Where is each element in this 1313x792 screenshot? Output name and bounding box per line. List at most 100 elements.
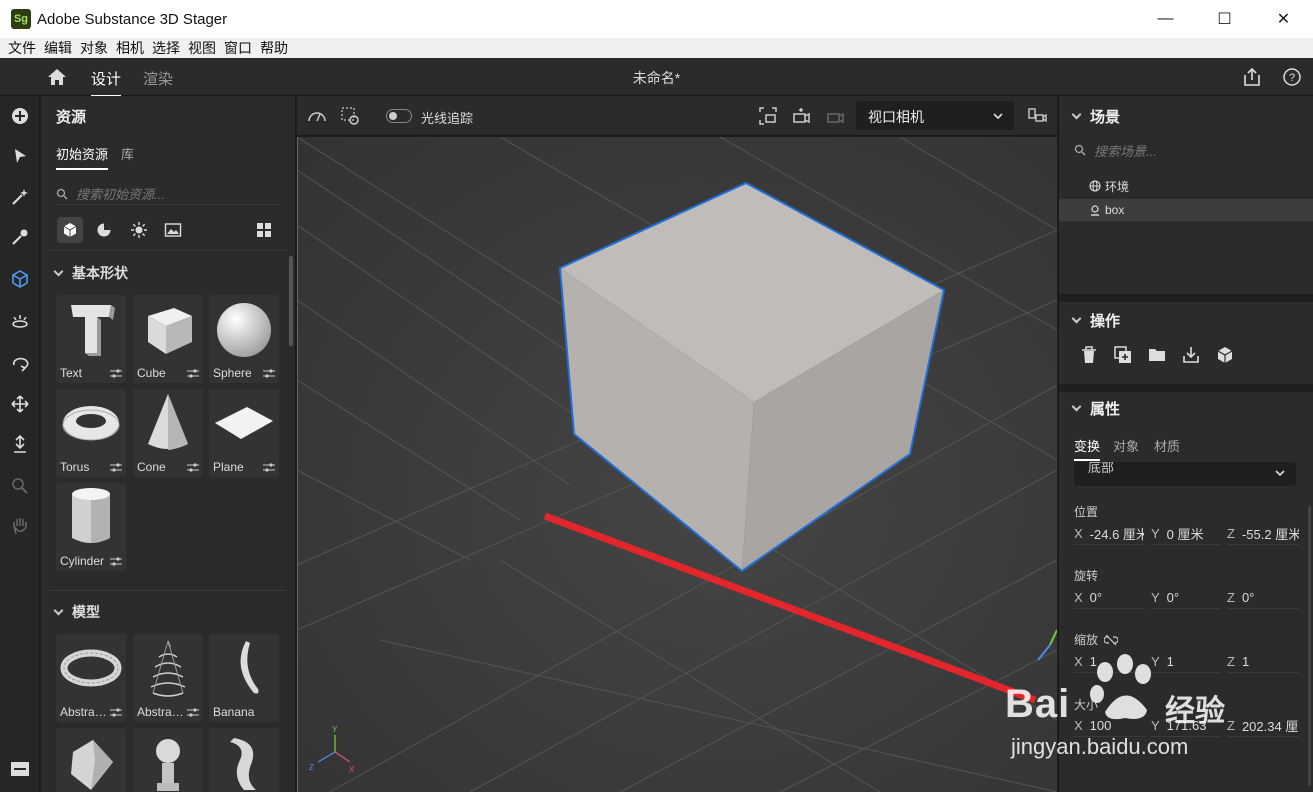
scale-z-field[interactable]: Z1 bbox=[1227, 651, 1299, 673]
asset-tile-cube[interactable]: Cube bbox=[133, 295, 203, 383]
camera-select[interactable]: 视口相机 bbox=[856, 101, 1014, 130]
eyedropper-icon[interactable] bbox=[8, 225, 32, 249]
scene-item-box[interactable]: box bbox=[1059, 199, 1313, 221]
assets-search-input[interactable]: 搜索初始资源... bbox=[56, 183, 279, 205]
menu-view[interactable]: 视图 bbox=[184, 38, 220, 58]
move-icon[interactable] bbox=[8, 392, 32, 416]
asset-tile-torus[interactable]: Torus bbox=[56, 389, 126, 477]
magic-wand-icon[interactable] bbox=[8, 185, 32, 209]
pan-hand-icon[interactable] bbox=[8, 514, 32, 538]
options-icon[interactable] bbox=[187, 708, 199, 717]
raytracing-toggle[interactable] bbox=[386, 109, 412, 123]
orbit-icon[interactable] bbox=[8, 351, 32, 375]
material-filter-icon[interactable] bbox=[91, 217, 117, 243]
duplicate-icon[interactable] bbox=[1113, 345, 1133, 365]
tab-starter-assets[interactable]: 初始资源 bbox=[56, 144, 109, 170]
menu-window[interactable]: 窗口 bbox=[220, 38, 256, 58]
menu-edit[interactable]: 编辑 bbox=[40, 38, 76, 58]
grid-view-icon[interactable] bbox=[251, 217, 277, 243]
section-scene[interactable]: 场景 bbox=[1071, 106, 1120, 127]
drop-down-icon[interactable] bbox=[1181, 345, 1201, 365]
assets-scrollbar[interactable] bbox=[289, 256, 293, 346]
options-icon[interactable] bbox=[187, 463, 199, 472]
menu-help[interactable]: 帮助 bbox=[256, 38, 292, 58]
group-folder-icon[interactable] bbox=[1147, 345, 1167, 365]
scale-x-field[interactable]: X1 bbox=[1074, 651, 1144, 673]
asset-tile-text[interactable]: Text bbox=[56, 295, 126, 383]
minimize-button[interactable]: — bbox=[1136, 0, 1195, 38]
delete-icon[interactable] bbox=[1079, 345, 1099, 365]
position-x-field[interactable]: X -24.6 厘米 bbox=[1074, 523, 1144, 545]
select-icon[interactable] bbox=[8, 144, 32, 168]
tab-library[interactable]: 库 bbox=[121, 144, 134, 163]
options-icon[interactable] bbox=[110, 369, 122, 378]
asset-tile-cylinder[interactable]: Cylinder bbox=[56, 483, 126, 571]
panel-toggle-icon[interactable] bbox=[8, 757, 32, 781]
section-basic-shapes[interactable]: 基本形状 bbox=[53, 263, 128, 283]
viewport-3d[interactable]: Y Z X bbox=[297, 137, 1057, 792]
menu-select[interactable]: 选择 bbox=[148, 38, 184, 58]
asset-tile-model-4[interactable] bbox=[56, 728, 126, 792]
tab-transform[interactable]: 变换 bbox=[1074, 436, 1101, 461]
scene-canvas[interactable]: Y Z X bbox=[297, 137, 1057, 792]
asset-tile-banana[interactable]: Banana bbox=[209, 634, 279, 722]
anchor-dropdown[interactable]: 底部 bbox=[1074, 462, 1296, 486]
section-properties[interactable]: 属性 bbox=[1071, 398, 1120, 419]
drop-to-floor-icon[interactable] bbox=[8, 432, 32, 456]
unlink-icon[interactable] bbox=[1104, 634, 1119, 646]
tab-render[interactable]: 渲染 bbox=[143, 68, 173, 89]
tab-design[interactable]: 设计 bbox=[91, 68, 122, 97]
asset-tile-abstract-1[interactable]: Abstra… bbox=[56, 634, 126, 722]
asset-tile-abstract-2[interactable]: Abstra… bbox=[133, 634, 203, 722]
position-y-field[interactable]: Y0 厘米 bbox=[1151, 523, 1221, 545]
section-operations[interactable]: 操作 bbox=[1071, 310, 1120, 331]
size-y-field[interactable]: Y 171.63 bbox=[1151, 715, 1221, 737]
options-icon[interactable] bbox=[110, 557, 122, 566]
size-z-field[interactable]: Z202.34 厘米 bbox=[1227, 715, 1299, 737]
share-icon[interactable] bbox=[1241, 66, 1263, 88]
light-filter-icon[interactable] bbox=[126, 217, 152, 243]
make-model-icon[interactable] bbox=[1215, 345, 1235, 365]
scene-item-environment[interactable]: 环境 bbox=[1059, 175, 1313, 197]
asset-tile-model-6[interactable] bbox=[209, 728, 279, 792]
performance-gauge-icon[interactable] bbox=[306, 105, 328, 127]
add-icon[interactable] bbox=[8, 104, 32, 128]
frame-camera-icon[interactable] bbox=[757, 105, 779, 127]
rotation-z-field[interactable]: Z 0° bbox=[1227, 587, 1299, 609]
scale-y-field[interactable]: Y1 bbox=[1151, 651, 1221, 673]
model-filter-icon[interactable] bbox=[57, 217, 83, 243]
menu-camera[interactable]: 相机 bbox=[112, 38, 148, 58]
maximize-button[interactable]: ☐ bbox=[1195, 0, 1254, 38]
options-icon[interactable] bbox=[263, 369, 275, 378]
save-camera-icon[interactable] bbox=[790, 105, 812, 127]
menu-file[interactable]: 文件 bbox=[4, 38, 40, 58]
close-button[interactable]: ✕ bbox=[1254, 0, 1313, 38]
zoom-icon[interactable] bbox=[8, 474, 32, 498]
camera-settings-icon[interactable] bbox=[1026, 105, 1048, 127]
light-icon[interactable] bbox=[8, 310, 32, 334]
section-models[interactable]: 模型 bbox=[53, 602, 100, 622]
scene-search-input[interactable]: 搜索场景... bbox=[1074, 140, 1299, 160]
options-icon[interactable] bbox=[110, 463, 122, 472]
asset-tile-model-5[interactable] bbox=[133, 728, 203, 792]
asset-tile-sphere[interactable]: Sphere bbox=[209, 295, 279, 383]
options-icon[interactable] bbox=[263, 463, 275, 472]
menu-object[interactable]: 对象 bbox=[76, 38, 112, 58]
asset-tile-plane[interactable]: Plane bbox=[209, 389, 279, 477]
camera-disabled-icon[interactable] bbox=[824, 105, 846, 127]
cube-icon[interactable] bbox=[8, 267, 32, 291]
tab-object[interactable]: 对象 bbox=[1113, 436, 1139, 455]
asset-tile-cone[interactable]: Cone bbox=[133, 389, 203, 477]
viewport-settings-icon[interactable] bbox=[339, 105, 361, 127]
help-icon[interactable]: ? bbox=[1281, 66, 1303, 88]
rotation-y-field[interactable]: Y 0° bbox=[1151, 587, 1221, 609]
home-icon[interactable] bbox=[46, 67, 68, 87]
options-icon[interactable] bbox=[110, 708, 122, 717]
position-z-field[interactable]: Z -55.2 厘米 bbox=[1227, 523, 1299, 545]
properties-scrollbar[interactable] bbox=[1308, 506, 1311, 786]
rotation-x-field[interactable]: X 0° bbox=[1074, 587, 1144, 609]
image-filter-icon[interactable] bbox=[160, 217, 186, 243]
options-icon[interactable] bbox=[187, 369, 199, 378]
tab-material[interactable]: 材质 bbox=[1154, 436, 1180, 455]
size-x-field[interactable]: X 100 bbox=[1074, 715, 1144, 737]
